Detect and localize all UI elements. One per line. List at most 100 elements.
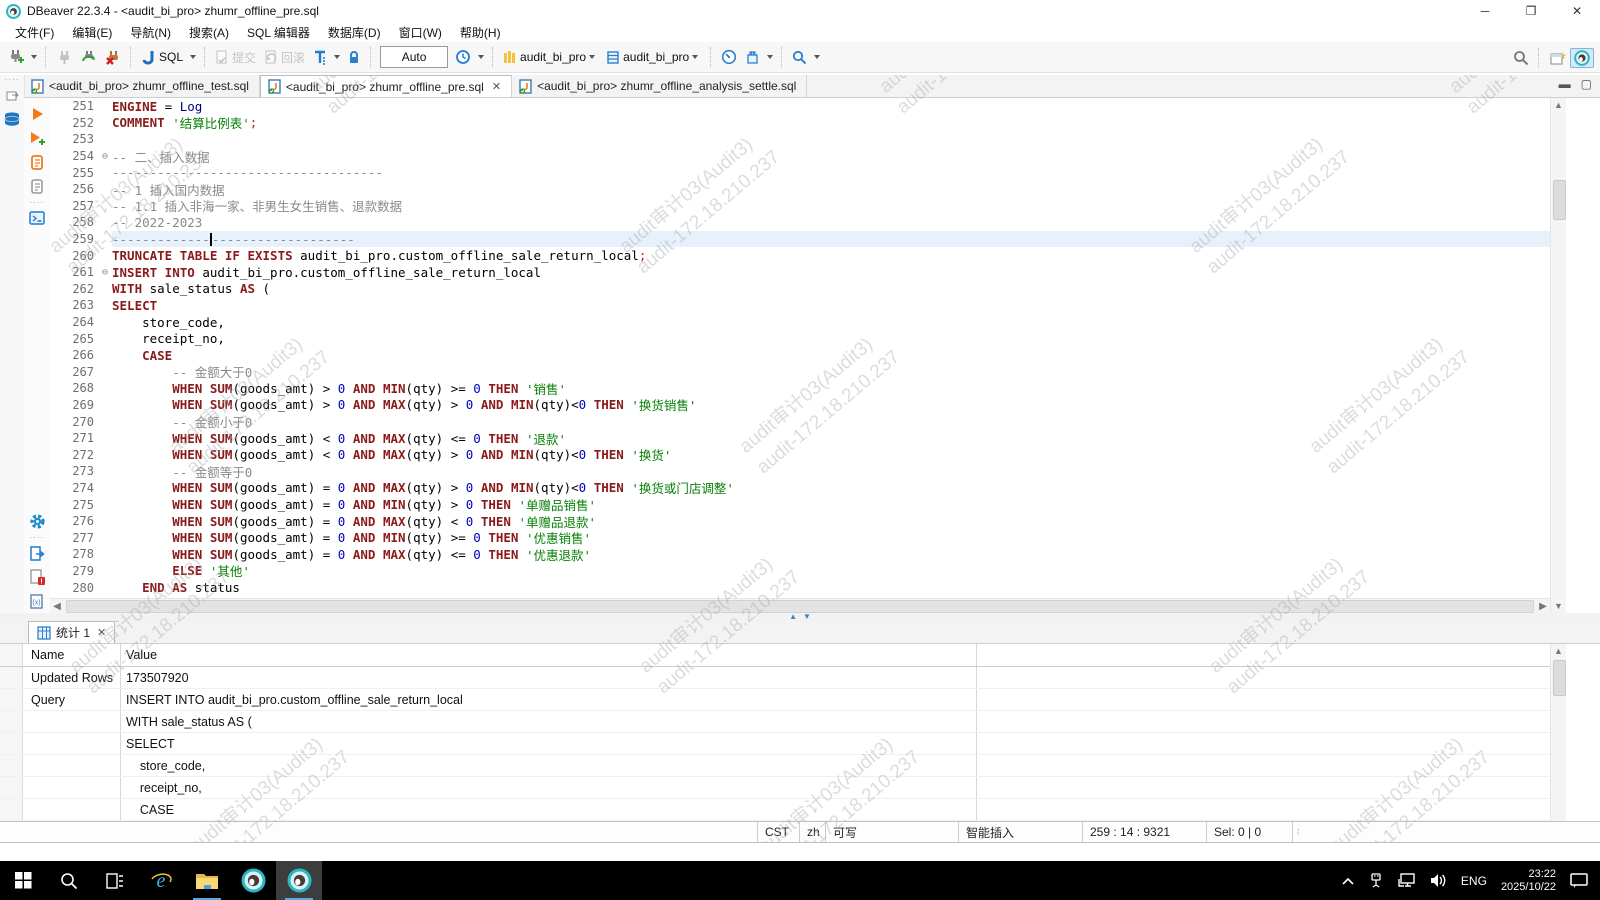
menu-item-0[interactable]: 文件(F) [6, 22, 63, 43]
panel-splitter[interactable]: ▲ ▼ [0, 613, 1600, 621]
minimize-editor-icon[interactable]: ▬ [1559, 77, 1571, 91]
code-line-276[interactable]: 276 WHEN SUM(goods_amt) = 0 AND MAX(qty)… [50, 513, 1550, 530]
stats-tab[interactable]: 统计 1 ✕ [28, 621, 115, 643]
sql-editor-dropdown-icon[interactable] [190, 55, 196, 59]
code-line-280[interactable]: 280 END AS status [50, 579, 1550, 596]
tray-volume-icon[interactable] [1430, 873, 1447, 888]
tray-expand-icon[interactable] [1342, 877, 1354, 885]
fold-marker-icon[interactable]: ⊖ [98, 151, 112, 162]
connection-dropdown-icon[interactable] [589, 55, 595, 59]
code-line-269[interactable]: 269 WHEN SUM(goods_amt) > 0 AND MAX(qty)… [50, 397, 1550, 414]
code-line-278[interactable]: 278 WHEN SUM(goods_amt) = 0 AND MAX(qty)… [50, 546, 1550, 563]
commit-button[interactable]: 提交 [212, 47, 259, 68]
scroll-left-icon[interactable]: ◀ [50, 601, 64, 612]
close-tab-icon[interactable]: ✕ [492, 80, 501, 93]
open-terminal-icon[interactable] [27, 209, 47, 227]
editor-tab-1[interactable]: <audit_bi_pro> zhumr_offline_pre.sql✕ [260, 75, 512, 97]
code-line-252[interactable]: 252COMMENT '结算比例表'; [50, 115, 1550, 132]
value-column-header[interactable]: Value [121, 644, 977, 666]
strip-handle[interactable]: ···· [5, 77, 20, 83]
menu-item-4[interactable]: SQL 编辑器 [238, 22, 319, 43]
sql-editor-button[interactable]: SQL [138, 47, 186, 67]
database-navigator-icon[interactable] [2, 110, 22, 128]
taskbar-search-icon[interactable] [46, 861, 92, 900]
open-perspective-button[interactable] [1546, 48, 1569, 68]
taskbar-dbeaver-active-icon[interactable] [276, 861, 322, 900]
code-line-254[interactable]: 254⊖-- 二、插入数据 [50, 148, 1550, 165]
connection-select[interactable]: audit_bi_pro [500, 48, 601, 67]
disconnect-button[interactable] [102, 47, 124, 67]
code-line-274[interactable]: 274 WHEN SUM(goods_amt) = 0 AND MAX(qty)… [50, 480, 1550, 497]
code-line-263[interactable]: 263SELECT [50, 297, 1550, 314]
tray-usb-icon[interactable] [1368, 873, 1384, 889]
menu-item-3[interactable]: 搜索(A) [180, 22, 238, 43]
editor-tab-0[interactable]: <audit_bi_pro> zhumr_offline_test.sql [24, 75, 260, 97]
close-button[interactable]: ✕ [1554, 0, 1600, 22]
execute-script-icon[interactable] [27, 153, 47, 171]
editor-tab-2[interactable]: <audit_bi_pro> zhumr_offline_analysis_se… [512, 75, 807, 97]
transaction-log-button[interactable] [310, 48, 330, 67]
tray-clock[interactable]: 23:22 2025/10/22 [1501, 868, 1556, 894]
taskbar-ie-icon[interactable]: e [138, 861, 184, 900]
tray-network-icon[interactable] [1398, 873, 1416, 888]
maximize-editor-icon[interactable]: ▢ [1581, 77, 1592, 91]
dbeaver-perspective-button[interactable] [1570, 48, 1594, 68]
stats-row-0[interactable]: Updated Rows173507920 [0, 667, 1550, 689]
code-line-259[interactable]: 259-------------------------------- [50, 231, 1550, 248]
code-line-264[interactable]: 264 store_code, [50, 314, 1550, 331]
code-line-271[interactable]: 271 WHEN SUM(goods_amt) < 0 AND MAX(qty)… [50, 430, 1550, 447]
panel-vertical-scrollbar[interactable]: ▲ [1550, 644, 1566, 821]
schema-dropdown-icon[interactable] [692, 55, 698, 59]
code-line-265[interactable]: 265 receipt_no, [50, 330, 1550, 347]
code-line-256[interactable]: 256-- 1 插入国内数据 [50, 181, 1550, 198]
start-button[interactable] [0, 861, 46, 900]
export-log-icon[interactable] [27, 544, 47, 562]
stats-row-5[interactable]: receipt_no, [0, 777, 1550, 799]
minimize-button[interactable]: ─ [1462, 0, 1508, 22]
scroll-right-icon[interactable]: ▶ [1536, 601, 1550, 612]
search-dropdown-icon[interactable] [814, 55, 820, 59]
menu-item-6[interactable]: 窗口(W) [390, 22, 451, 43]
menu-item-1[interactable]: 编辑(E) [63, 22, 121, 43]
tray-language-indicator[interactable]: ENG [1461, 874, 1487, 888]
settings-gear-icon[interactable] [27, 512, 47, 530]
code-line-253[interactable]: 253 [50, 131, 1550, 148]
code-line-251[interactable]: 251ENGINE = Log [50, 98, 1550, 115]
execute-new-tab-icon[interactable] [27, 129, 47, 147]
vertical-scroll-thumb[interactable] [1553, 180, 1566, 220]
new-connection-button[interactable] [5, 47, 27, 67]
code-line-272[interactable]: 272 WHEN SUM(goods_amt) < 0 AND MAX(qty)… [50, 446, 1550, 463]
action-center-icon[interactable] [1570, 872, 1588, 889]
panel-scroll-up-icon[interactable]: ▲ [1551, 644, 1566, 658]
search-button[interactable] [789, 48, 810, 67]
editor-vertical-scrollbar[interactable]: ▲ ▼ [1550, 98, 1566, 613]
code-line-268[interactable]: 268 WHEN SUM(goods_amt) > 0 AND MIN(qty)… [50, 380, 1550, 397]
commit-mode-button[interactable] [742, 48, 763, 67]
error-log-icon[interactable]: ! [27, 568, 47, 586]
code-line-262[interactable]: 262WITH sale_status AS ( [50, 281, 1550, 298]
auto-commit-select[interactable]: Auto [380, 46, 448, 68]
commit-mode-dropdown-icon[interactable] [767, 55, 773, 59]
splitter-down-icon[interactable]: ▼ [803, 613, 811, 621]
variables-doc-icon[interactable]: (x) [27, 592, 47, 610]
rollback-button[interactable]: 回滚 [261, 47, 308, 68]
menu-item-7[interactable]: 帮助(H) [451, 22, 510, 43]
code-line-257[interactable]: 257-- 1.1 插入非海一家、非男生女生销售、退款数据 [50, 198, 1550, 215]
stats-row-1[interactable]: QueryINSERT INTO audit_bi_pro.custom_off… [0, 689, 1550, 711]
stats-row-6[interactable]: CASE [0, 799, 1550, 821]
schema-select[interactable]: audit_bi_pro [603, 48, 704, 67]
reconnect-button[interactable] [77, 47, 100, 67]
restore-view-icon[interactable] [2, 86, 22, 104]
stats-row-2[interactable]: WITH sale_status AS ( [0, 711, 1550, 733]
sql-code-editor[interactable]: 251ENGINE = Log252COMMENT '结算比例表';253254… [50, 98, 1550, 598]
taskbar-dbeaver-icon[interactable] [230, 861, 276, 900]
restore-button[interactable]: ❐ [1508, 0, 1554, 22]
connect-button[interactable] [53, 47, 75, 67]
code-line-258[interactable]: 258-- 2022-2023 [50, 214, 1550, 231]
history-dropdown-icon[interactable] [478, 55, 484, 59]
menu-item-2[interactable]: 导航(N) [121, 22, 180, 43]
stats-row-3[interactable]: SELECT [0, 733, 1550, 755]
panel-scroll-thumb[interactable] [1553, 660, 1566, 696]
code-line-267[interactable]: 267 -- 金额大于0 [50, 364, 1550, 381]
menu-item-5[interactable]: 数据库(D) [319, 22, 390, 43]
